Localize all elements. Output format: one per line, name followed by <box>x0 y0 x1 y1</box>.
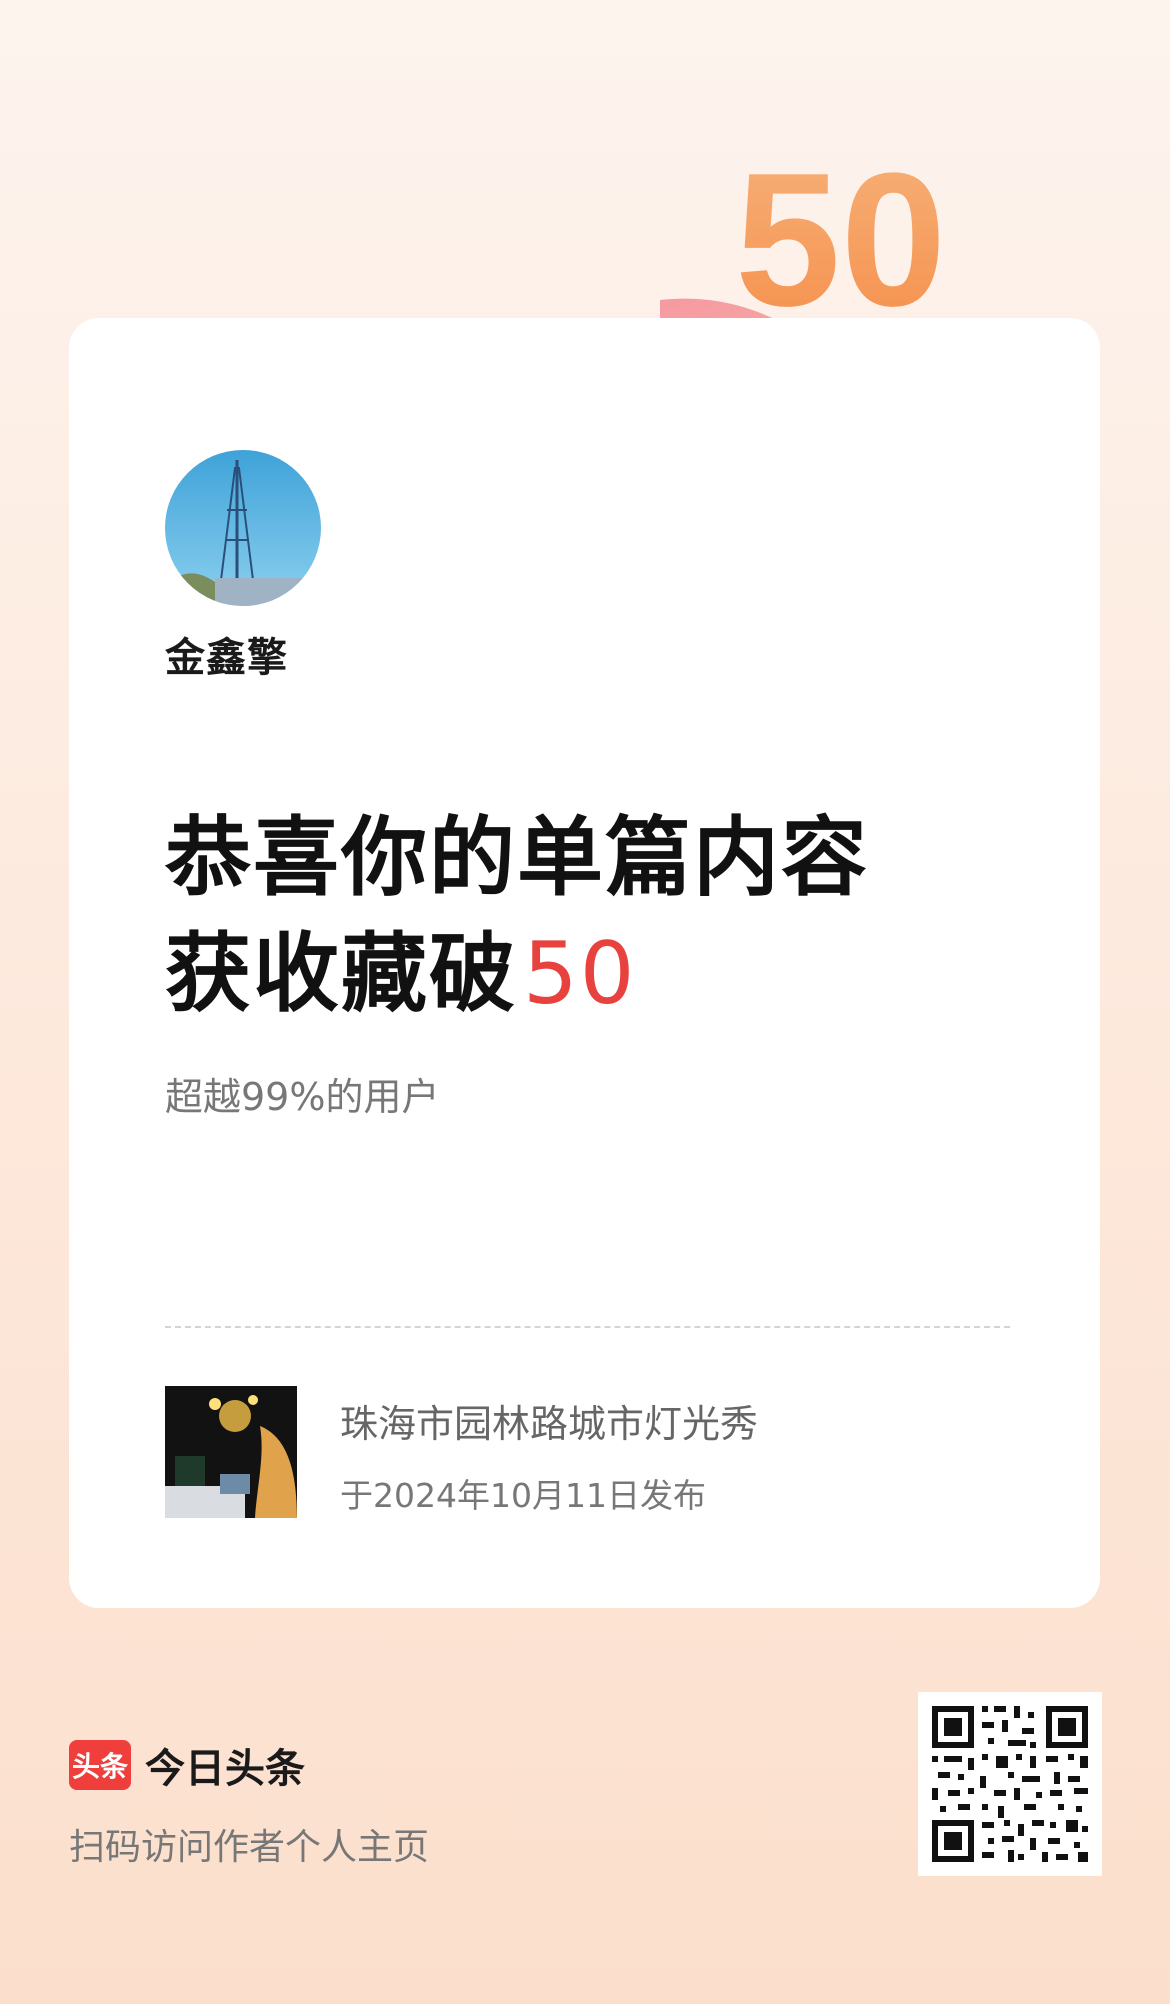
light-show-photo-icon <box>165 1386 297 1518</box>
percentile-text: 超越99%的用户 <box>165 1075 440 1119</box>
headline-line-2: 获收藏破50 <box>165 916 869 1032</box>
author-avatar[interactable] <box>165 450 321 606</box>
brand: 头条 今日头条 <box>69 1736 305 1794</box>
scan-instruction: 扫码访问作者个人主页 <box>69 1827 430 1868</box>
tower-photo-icon <box>165 450 321 606</box>
author-name[interactable]: 金鑫擎 <box>165 625 288 683</box>
post-title[interactable]: 珠海市园林路城市灯光秀 <box>340 1393 758 1448</box>
achievement-headline: 恭喜你的单篇内容 获收藏破50 <box>165 800 869 1032</box>
collect-count: 50 <box>523 924 637 1024</box>
toutiao-logo-icon: 头条 <box>69 1740 131 1790</box>
headline-line-1: 恭喜你的单篇内容 <box>165 808 869 908</box>
headline-line-2-text: 获收藏破 <box>165 924 517 1024</box>
post-thumbnail[interactable] <box>165 1386 297 1518</box>
post-date: 于2024年10月11日发布 <box>340 1476 706 1515</box>
badge-number: 50 <box>735 140 946 346</box>
qr-code-icon[interactable] <box>918 1692 1102 1876</box>
brand-name: 今日头条 <box>145 1746 305 1792</box>
divider <box>165 1326 1010 1328</box>
